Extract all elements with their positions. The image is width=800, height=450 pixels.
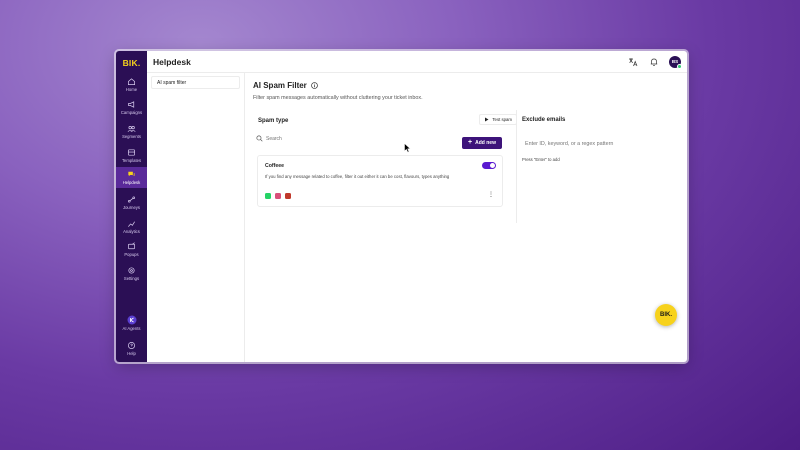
search-icon — [256, 135, 263, 142]
search-input[interactable] — [266, 135, 346, 142]
page-subtitle: Filter spam messages automatically witho… — [253, 95, 423, 101]
spam-type-header: Spam type Test spam — [253, 110, 517, 125]
main-content: AI Spam Filter Filter spam messages auto… — [116, 51, 687, 362]
spam-type-title: Spam type — [258, 117, 289, 124]
rule-description: If you find any message related to coffe… — [265, 174, 450, 179]
bik-chat-fab[interactable]: BIK. — [655, 304, 677, 326]
test-spam-label: Test spam — [492, 117, 512, 122]
rule-name: Coffeee — [265, 163, 285, 169]
page-title: AI Spam Filter — [253, 81, 307, 90]
exclude-emails-title: Exclude emails — [522, 117, 566, 123]
more-options-icon[interactable]: ⋮ — [488, 192, 494, 198]
instagram-icon — [275, 193, 281, 199]
email-icon — [285, 193, 291, 199]
play-icon — [485, 117, 489, 122]
info-icon[interactable] — [311, 82, 318, 89]
spam-rule-card[interactable]: Coffeee If you find any message related … — [257, 155, 503, 207]
add-new-button[interactable]: + Add new — [462, 137, 502, 149]
fab-label: BIK. — [660, 312, 672, 318]
rule-enabled-toggle[interactable] — [482, 162, 496, 169]
add-new-label: Add new — [475, 140, 496, 146]
exclude-emails-hint: Press "Enter" to add — [522, 157, 560, 162]
page-title-row: AI Spam Filter — [253, 81, 687, 90]
whatsapp-icon — [265, 193, 271, 199]
panel-divider — [516, 110, 517, 223]
test-spam-button[interactable]: Test spam — [479, 114, 517, 125]
mouse-cursor-icon — [404, 143, 411, 153]
plus-icon: + — [468, 139, 473, 146]
exclude-emails-input[interactable] — [525, 141, 665, 147]
page-heading: AI Spam Filter Filter spam messages auto… — [253, 81, 687, 101]
